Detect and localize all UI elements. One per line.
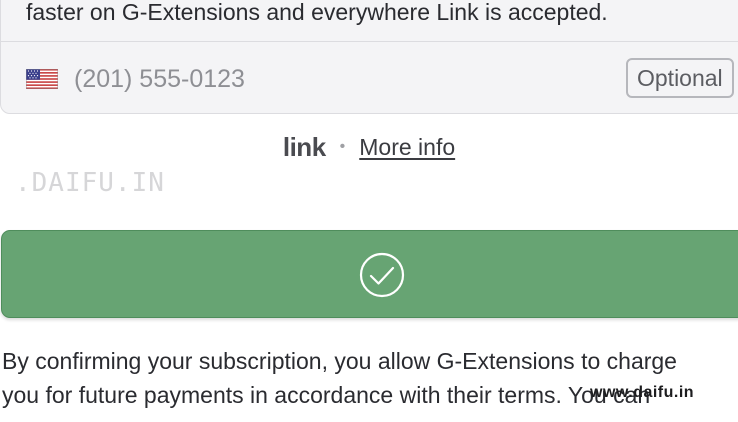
- link-card: faster on G-Extensions and everywhere Li…: [0, 0, 738, 114]
- watermark-url: www.daifu.in: [590, 384, 695, 401]
- confirm-button[interactable]: [1, 230, 738, 318]
- phone-row: Optional: [1, 42, 738, 113]
- us-flag-icon[interactable]: [26, 69, 58, 89]
- phone-input[interactable]: [74, 60, 474, 98]
- link-logo: link: [282, 131, 326, 162]
- link-description: faster on G-Extensions and everywhere Li…: [26, 0, 608, 25]
- watermark-text: .DAIFU.IN: [15, 168, 165, 198]
- check-circle-icon: [359, 252, 405, 298]
- more-info-link[interactable]: More info: [359, 134, 455, 161]
- optional-badge: Optional: [626, 58, 734, 98]
- link-footer: link • More info: [0, 130, 738, 164]
- disclaimer-line-1: By confirming your subscription, you all…: [2, 348, 677, 374]
- separator-dot: •: [339, 138, 346, 155]
